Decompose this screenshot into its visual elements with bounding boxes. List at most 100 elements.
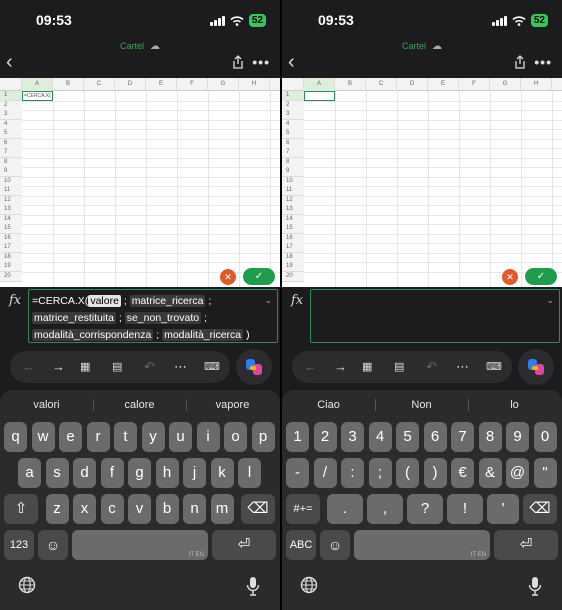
key[interactable]: b	[155, 494, 179, 524]
key[interactable]: (	[396, 458, 419, 488]
formula-arg[interactable]: modalità_ricerca	[162, 329, 244, 341]
numeric-keypad-icon[interactable]: ▦	[80, 351, 90, 383]
key[interactable]: .	[327, 494, 363, 524]
row-header[interactable]: 2	[282, 100, 304, 111]
row-header[interactable]: 1	[0, 91, 22, 101]
row-header[interactable]: 13	[0, 205, 22, 215]
suggestion-item[interactable]: valori	[0, 390, 93, 420]
key[interactable]: 7	[451, 422, 474, 452]
key[interactable]: j	[183, 458, 206, 488]
globe-icon[interactable]	[18, 576, 36, 594]
globe-icon[interactable]	[300, 576, 318, 594]
workbook-title[interactable]: Cartel	[402, 41, 426, 51]
row-header[interactable]: 16	[282, 233, 304, 244]
key[interactable]: d	[73, 458, 96, 488]
suggestion-item[interactable]: lo	[468, 390, 561, 420]
emoji-key[interactable]: ☺	[38, 530, 68, 560]
row-header[interactable]: 5	[282, 129, 304, 139]
key[interactable]: o	[224, 422, 247, 452]
back-icon[interactable]: ‹	[6, 52, 13, 72]
arrow-right-icon[interactable]: →	[334, 351, 347, 383]
key[interactable]: 4	[368, 422, 392, 452]
column-header[interactable]: E	[428, 78, 459, 91]
row-header[interactable]: 12	[282, 195, 304, 206]
key[interactable]: k	[210, 458, 234, 488]
key[interactable]: @	[506, 458, 529, 488]
key[interactable]: 6	[423, 422, 447, 452]
row-header[interactable]: 7	[282, 148, 304, 158]
row-header[interactable]: 18	[282, 252, 304, 263]
key[interactable]: 2	[313, 422, 337, 452]
row-header[interactable]: 5	[0, 129, 22, 139]
function-icon[interactable]: fx	[9, 293, 21, 308]
formula-input[interactable]: ⌄	[310, 289, 560, 343]
column-header[interactable]: D	[397, 78, 428, 91]
key[interactable]: p	[251, 422, 275, 452]
row-header[interactable]: 11	[282, 186, 304, 196]
column-header[interactable]: A	[304, 78, 335, 91]
function-icon[interactable]: fx	[291, 293, 303, 308]
emoji-key[interactable]: ☺	[320, 530, 350, 560]
copilot-button[interactable]	[518, 349, 554, 385]
key[interactable]: 8	[478, 422, 502, 452]
key[interactable]: ;	[368, 458, 392, 488]
row-header[interactable]: 9	[282, 167, 304, 177]
numbers-mode-key[interactable]: 123	[4, 530, 34, 560]
row-header[interactable]: 15	[282, 224, 304, 234]
keyboard-icon[interactable]: ⌨	[204, 351, 220, 383]
column-header[interactable]: C	[366, 78, 397, 91]
confirm-edit-button[interactable]: ✓	[525, 268, 557, 285]
row-header[interactable]: 9	[0, 167, 22, 177]
undo-icon[interactable]: ↶	[144, 351, 155, 383]
key[interactable]: "	[533, 458, 557, 488]
spreadsheet-grid[interactable]: A B C D E F G H 1 2 3 4 5 6 7 8 9 10 11 …	[282, 78, 562, 287]
row-header[interactable]: 7	[0, 148, 22, 158]
back-icon[interactable]: ‹	[288, 52, 295, 72]
arrow-left-icon[interactable]: ←	[22, 351, 35, 383]
row-header[interactable]: 18	[0, 252, 22, 263]
row-header[interactable]: 1	[282, 91, 304, 101]
column-header[interactable]: E	[146, 78, 177, 91]
row-header[interactable]: 6	[0, 138, 22, 149]
column-header[interactable]: C	[84, 78, 115, 91]
row-header[interactable]: 14	[282, 214, 304, 225]
key[interactable]: ?	[407, 494, 443, 524]
row-header[interactable]: 12	[0, 195, 22, 206]
key[interactable]: 5	[396, 422, 419, 452]
row-header[interactable]: 15	[0, 224, 22, 234]
share-icon[interactable]	[514, 55, 526, 69]
key[interactable]: g	[128, 458, 151, 488]
key[interactable]: 1	[286, 422, 309, 452]
row-header[interactable]: 19	[0, 262, 22, 272]
key[interactable]: w	[31, 422, 55, 452]
spreadsheet-grid[interactable]: A B C D E F G H 1 2 3 4 5 6 7 8 9 10 11 …	[0, 78, 280, 287]
row-header[interactable]: 13	[282, 205, 304, 215]
chevron-down-icon[interactable]: ⌄	[546, 292, 554, 309]
formula-arg[interactable]: matrice_ricerca	[129, 295, 206, 307]
row-header[interactable]: 4	[282, 119, 304, 130]
share-icon[interactable]	[232, 55, 244, 69]
column-header[interactable]: F	[177, 78, 208, 91]
key[interactable]: i	[196, 422, 220, 452]
workbook-title[interactable]: Cartel	[120, 41, 144, 51]
confirm-edit-button[interactable]: ✓	[243, 268, 275, 285]
table-icon[interactable]: ▤	[112, 351, 122, 383]
row-header[interactable]: 4	[0, 119, 22, 130]
row-header[interactable]: 14	[0, 214, 22, 225]
formula-arg[interactable]: se_non_trovato	[124, 312, 202, 324]
key[interactable]: :	[341, 458, 364, 488]
key[interactable]: y	[141, 422, 165, 452]
row-header[interactable]: 17	[0, 243, 22, 253]
space-key[interactable]: IT EN	[354, 530, 490, 560]
key[interactable]: z	[45, 494, 69, 524]
formula-current-arg[interactable]: valore	[88, 295, 121, 307]
key[interactable]: a	[18, 458, 41, 488]
space-key[interactable]: IT EN	[72, 530, 208, 560]
key[interactable]: &	[478, 458, 502, 488]
microphone-icon[interactable]	[246, 576, 260, 596]
key[interactable]: ,	[367, 494, 403, 524]
cancel-edit-button[interactable]: ✕	[220, 269, 236, 285]
chevron-down-icon[interactable]: ⌄	[264, 292, 272, 309]
key[interactable]: h	[155, 458, 179, 488]
select-all-corner[interactable]	[282, 78, 304, 91]
